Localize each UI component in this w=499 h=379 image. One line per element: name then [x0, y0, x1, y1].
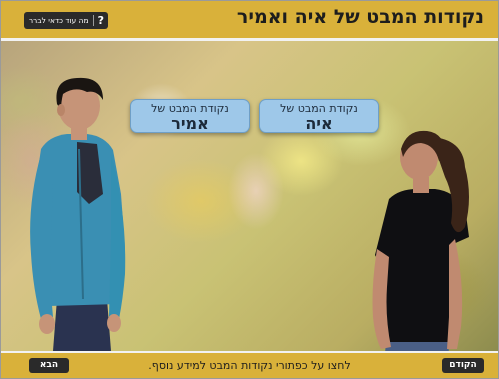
aya-pov-name: איה	[305, 114, 333, 133]
amir-pov-name: אמיר	[171, 114, 209, 133]
header-bar: ? מה עוד כדאי לברר נקודות המבט של איה וא…	[1, 1, 498, 41]
previous-button[interactable]: הקודם	[442, 358, 484, 373]
amir-pov-button[interactable]: נקודת המבט של אמיר	[130, 99, 250, 133]
aya-figure	[372, 130, 469, 351]
help-button[interactable]: ? מה עוד כדאי לברר	[24, 12, 108, 29]
aya-pov-button[interactable]: נקודת המבט של איה	[259, 99, 379, 133]
divider	[92, 15, 94, 26]
question-icon: ?	[97, 14, 104, 27]
next-button[interactable]: הבא	[29, 358, 69, 373]
app-frame: ? מה עוד כדאי לברר נקודות המבט של איה וא…	[0, 0, 499, 379]
scene-area: נקודת המבט של אמיר נקודת המבט של איה	[1, 41, 498, 351]
amir-figure	[30, 77, 126, 351]
footer-bar: לחצו על כפתורי נקודות המבט למידע נוסף. ה…	[1, 351, 498, 378]
help-button-label: מה עוד כדאי לברר	[28, 16, 89, 25]
instruction-text: לחצו על כפתורי נקודות המבט למידע נוסף.	[148, 359, 351, 372]
page-title: נקודות המבט של איה ואמיר	[236, 6, 484, 28]
